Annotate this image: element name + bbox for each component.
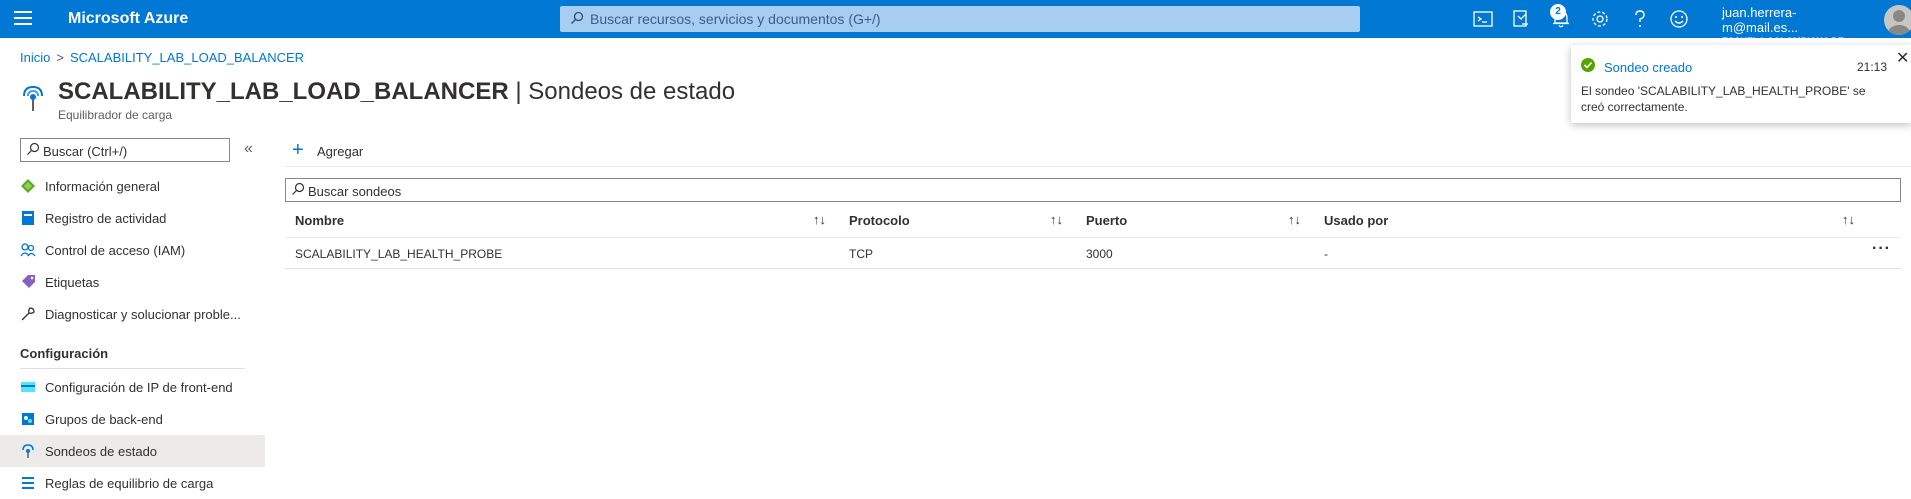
cell-probe-name[interactable]: SCALABILITY_LAB_HEALTH_PROBE bbox=[295, 247, 502, 261]
feedback-smiley-icon[interactable] bbox=[1668, 8, 1690, 30]
help-icon[interactable] bbox=[1629, 8, 1651, 30]
toolbar-divider bbox=[285, 166, 1911, 167]
page-subtitle: Equilibrador de carga bbox=[58, 108, 173, 122]
activity-log-icon bbox=[22, 211, 34, 225]
sidebar-item-tags[interactable]: Etiquetas bbox=[0, 266, 265, 298]
close-icon[interactable]: ✕ bbox=[1896, 48, 1909, 68]
tag-icon bbox=[22, 275, 35, 288]
sidebar-item-label: Información general bbox=[45, 179, 160, 194]
brand-title[interactable]: Microsoft Azure bbox=[68, 10, 188, 28]
breadcrumb-resource[interactable]: SCALABILITY_LAB_LOAD_BALANCER bbox=[70, 50, 304, 65]
iam-icon bbox=[20, 243, 36, 257]
sidebar-item-label: Reglas de equilibrio de carga bbox=[45, 476, 214, 491]
sidebar-item-label: Registro de actividad bbox=[45, 211, 167, 226]
cell-port: 3000 bbox=[1086, 247, 1113, 261]
hamburger-menu-icon[interactable] bbox=[14, 11, 32, 27]
search-icon bbox=[27, 142, 40, 155]
breadcrumb: Inicio > SCALABILITY_LAB_LOAD_BALANCER bbox=[20, 50, 304, 65]
column-header-protocol[interactable]: Protocolo bbox=[849, 213, 910, 228]
frontend-ip-icon bbox=[21, 382, 35, 392]
cloud-shell-icon[interactable] bbox=[1472, 8, 1494, 30]
user-email: juan.herrera-m@mail.es... bbox=[1722, 5, 1799, 35]
toast-message: El sondeo 'SCALABILITY_LAB_HEALTH_PROBE'… bbox=[1581, 84, 1866, 114]
sidebar-item-label: Configuración de IP de front-end bbox=[45, 380, 233, 395]
toast-title[interactable]: Sondeo creado bbox=[1604, 60, 1692, 75]
sidebar-item-overview[interactable]: Información general bbox=[0, 170, 265, 202]
user-icon bbox=[1888, 10, 1910, 35]
more-options-icon[interactable]: ··· bbox=[1872, 240, 1891, 258]
wrench-icon bbox=[21, 307, 35, 321]
cell-protocol: TCP bbox=[849, 247, 873, 261]
global-search-input[interactable]: Buscar recursos, servicios y documentos … bbox=[560, 6, 1360, 32]
sidebar-item-frontend-ip[interactable]: Configuración de IP de front-end bbox=[0, 371, 265, 403]
page-title: SCALABILITY_LAB_LOAD_BALANCER | Sondeos … bbox=[58, 78, 735, 106]
plus-icon: + bbox=[292, 139, 304, 161]
sidebar-item-lb-rules[interactable]: Reglas de equilibrio de carga bbox=[0, 467, 265, 499]
search-icon bbox=[292, 182, 305, 195]
breadcrumb-home[interactable]: Inicio bbox=[20, 50, 50, 65]
collapse-sidebar-icon[interactable]: « bbox=[244, 140, 253, 158]
sidebar-item-activity-log[interactable]: Registro de actividad bbox=[0, 202, 265, 234]
column-header-used-by[interactable]: Usado por bbox=[1324, 213, 1388, 228]
sidebar-item-health-probes[interactable]: Sondeos de estado bbox=[0, 435, 265, 467]
health-probe-icon bbox=[22, 444, 34, 458]
toast-time: 21:13 bbox=[1857, 60, 1888, 74]
sort-icon[interactable]: ↑↓ bbox=[1842, 212, 1855, 227]
probe-search-placeholder: Buscar sondeos bbox=[308, 184, 402, 199]
search-placeholder: Buscar recursos, servicios y documentos … bbox=[590, 11, 881, 27]
add-button-label: Agregar bbox=[317, 144, 364, 159]
avatar[interactable] bbox=[1884, 5, 1911, 35]
sidebar-search-input[interactable]: Buscar (Ctrl+/) bbox=[20, 138, 230, 162]
header-divider bbox=[285, 237, 1901, 238]
sort-icon[interactable]: ↑↓ bbox=[1050, 212, 1063, 227]
search-icon bbox=[571, 11, 584, 24]
section-divider bbox=[20, 368, 245, 369]
row-divider bbox=[285, 268, 1901, 269]
page-title-separator: | bbox=[508, 78, 529, 105]
overview-icon bbox=[21, 179, 35, 193]
sidebar-search-placeholder: Buscar (Ctrl+/) bbox=[43, 144, 128, 159]
page-title-blade: Sondeos de estado bbox=[528, 78, 736, 105]
column-header-port[interactable]: Puerto bbox=[1086, 213, 1127, 228]
sidebar-item-label: Diagnosticar y solucionar proble... bbox=[45, 307, 241, 322]
sidebar-item-label: Sondeos de estado bbox=[45, 444, 158, 459]
sidebar-section-configuration: Configuración bbox=[20, 346, 109, 361]
column-header-name[interactable]: Nombre bbox=[295, 213, 344, 228]
lb-rules-icon bbox=[22, 477, 34, 489]
backend-pool-icon bbox=[22, 413, 34, 425]
sidebar-item-diagnose[interactable]: Diagnosticar y solucionar proble... bbox=[0, 298, 265, 330]
probe-search-input[interactable]: Buscar sondeos bbox=[285, 178, 1901, 202]
success-check-icon bbox=[1581, 58, 1595, 72]
sidebar-item-label: Etiquetas bbox=[45, 275, 100, 290]
sidebar-item-backend-pools[interactable]: Grupos de back-end bbox=[0, 403, 265, 435]
gear-icon[interactable] bbox=[1589, 8, 1611, 30]
sort-icon[interactable]: ↑↓ bbox=[813, 212, 826, 227]
directory-filter-icon[interactable] bbox=[1510, 8, 1532, 30]
page-title-resource: SCALABILITY_LAB_LOAD_BALANCER bbox=[58, 78, 509, 105]
cell-used-by: - bbox=[1324, 247, 1328, 261]
notification-badge: 2 bbox=[1550, 4, 1566, 20]
breadcrumb-separator: > bbox=[56, 50, 64, 65]
sidebar-item-label: Grupos de back-end bbox=[45, 412, 163, 427]
health-probe-resource-icon bbox=[23, 85, 43, 111]
notification-toast: Sondeo creado 21:13 El sondeo 'SCALABILI… bbox=[1571, 45, 1911, 123]
sidebar-item-label: Control de acceso (IAM) bbox=[45, 243, 186, 258]
top-bar: Microsoft Azure Buscar recursos, servici… bbox=[0, 0, 1911, 56]
sort-icon[interactable]: ↑↓ bbox=[1288, 212, 1301, 227]
sidebar-item-iam[interactable]: Control de acceso (IAM) bbox=[0, 234, 265, 266]
